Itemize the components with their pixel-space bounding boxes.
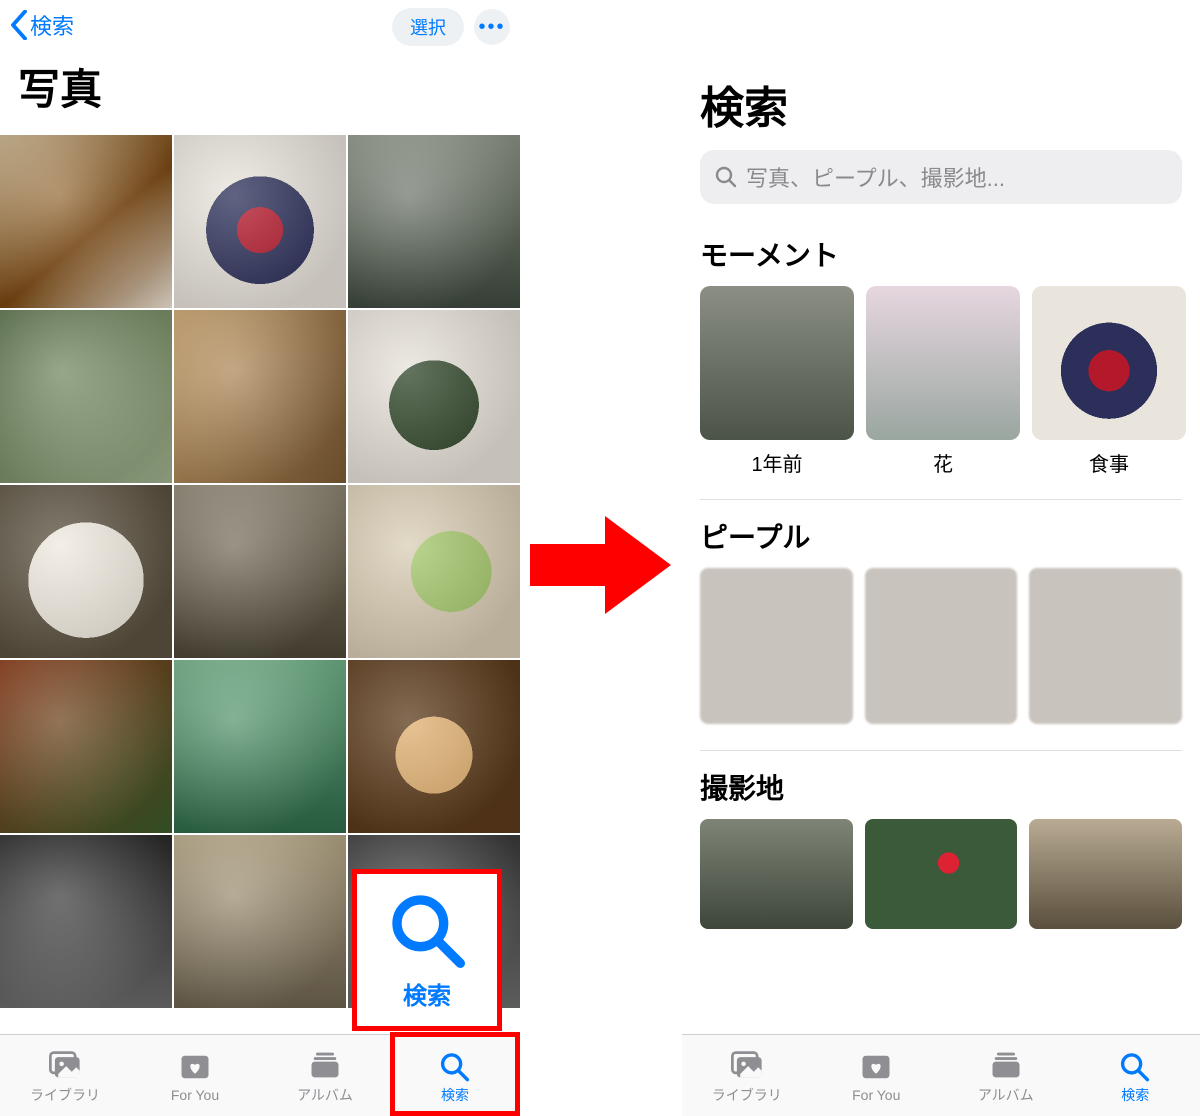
photo-thumb[interactable] bbox=[348, 310, 520, 483]
photo-thumb[interactable] bbox=[348, 660, 520, 833]
tab-label: アルバム bbox=[297, 1085, 353, 1105]
heart-card-icon bbox=[177, 1050, 213, 1084]
photo-thumb[interactable] bbox=[0, 835, 172, 1008]
people-thumb[interactable] bbox=[865, 568, 1018, 724]
tab-for-you[interactable]: For You bbox=[130, 1050, 260, 1103]
arrow-right-icon bbox=[525, 510, 675, 620]
search-tab-highlight bbox=[390, 1032, 520, 1116]
people-row bbox=[682, 568, 1200, 728]
photo-thumb[interactable] bbox=[174, 135, 346, 308]
section-header-places: 撮影地 bbox=[682, 757, 1200, 819]
section-header-people: ピープル bbox=[682, 506, 1200, 568]
back-button[interactable]: 検索 bbox=[10, 9, 74, 41]
search-icon bbox=[1117, 1048, 1153, 1082]
tab-albums[interactable]: アルバム bbox=[941, 1048, 1071, 1105]
arrow-right bbox=[520, 505, 680, 625]
chevron-left-icon bbox=[10, 10, 28, 40]
flex-spacer bbox=[682, 929, 1200, 1034]
tab-label: 検索 bbox=[1121, 1085, 1149, 1105]
page-title: 写真 bbox=[0, 50, 520, 135]
moment-item[interactable]: 1年前 bbox=[700, 286, 854, 477]
moment-item[interactable]: 花 bbox=[866, 286, 1020, 477]
tab-label: ライブラリ bbox=[30, 1085, 100, 1105]
ellipsis-icon: ••• bbox=[478, 16, 505, 39]
library-icon bbox=[47, 1048, 83, 1082]
search-callout-highlight[interactable]: 検索 bbox=[352, 869, 502, 1031]
section-header-moments: モーメント bbox=[682, 224, 1200, 286]
albums-icon bbox=[307, 1048, 343, 1082]
photo-thumb[interactable] bbox=[174, 310, 346, 483]
place-thumb[interactable] bbox=[865, 819, 1018, 929]
moment-item[interactable]: 食事 bbox=[1032, 286, 1186, 477]
moment-label: 花 bbox=[866, 448, 1020, 477]
places-row bbox=[682, 819, 1200, 929]
albums-icon bbox=[988, 1048, 1024, 1082]
page-title: 検索 bbox=[682, 72, 1200, 150]
moment-thumb bbox=[1032, 286, 1186, 440]
moment-label: 1年前 bbox=[700, 448, 854, 477]
divider bbox=[700, 499, 1182, 500]
photo-thumb[interactable] bbox=[0, 485, 172, 658]
heart-card-icon bbox=[858, 1050, 894, 1084]
nav-right: 選択 ••• bbox=[392, 8, 510, 46]
tab-library[interactable]: ライブラリ bbox=[0, 1048, 130, 1105]
status-spacer bbox=[682, 0, 1200, 72]
moment-label: 食事 bbox=[1032, 448, 1186, 477]
tab-label: アルバム bbox=[978, 1085, 1034, 1105]
screen-photos: 検索 選択 ••• 写真 検索 bbox=[0, 0, 520, 1116]
search-callout-label: 検索 bbox=[403, 976, 451, 1011]
people-thumb[interactable] bbox=[700, 568, 853, 724]
tab-search[interactable]: 検索 bbox=[1071, 1048, 1200, 1105]
photo-thumb[interactable] bbox=[174, 660, 346, 833]
search-icon bbox=[714, 165, 738, 189]
place-thumb[interactable] bbox=[1029, 819, 1182, 929]
photo-thumb[interactable] bbox=[0, 135, 172, 308]
photo-thumb[interactable] bbox=[0, 310, 172, 483]
search-icon bbox=[387, 890, 467, 970]
more-button[interactable]: ••• bbox=[474, 9, 510, 45]
library-icon bbox=[729, 1048, 765, 1082]
tab-label: ライブラリ bbox=[712, 1085, 782, 1105]
screen-search: 検索 写真、ピープル、撮影地... モーメント 1年前 花 食事 ピープル 撮影… bbox=[682, 0, 1200, 1116]
search-input[interactable]: 写真、ピープル、撮影地... bbox=[700, 150, 1182, 204]
divider bbox=[700, 750, 1182, 751]
photo-thumb[interactable] bbox=[174, 485, 346, 658]
search-placeholder: 写真、ピープル、撮影地... bbox=[746, 161, 1005, 193]
tab-albums[interactable]: アルバム bbox=[260, 1048, 390, 1105]
tab-label: For You bbox=[171, 1087, 219, 1103]
photo-thumb[interactable] bbox=[348, 485, 520, 658]
select-button[interactable]: 選択 bbox=[392, 8, 464, 46]
back-label: 検索 bbox=[30, 9, 74, 41]
tab-for-you[interactable]: For You bbox=[812, 1050, 942, 1103]
people-thumb[interactable] bbox=[1029, 568, 1182, 724]
photo-thumb[interactable] bbox=[0, 660, 172, 833]
tab-label: For You bbox=[852, 1087, 900, 1103]
photo-thumb[interactable] bbox=[174, 835, 346, 1008]
tab-bar: ライブラリ For You アルバム 検索 bbox=[682, 1034, 1200, 1116]
tab-library[interactable]: ライブラリ bbox=[682, 1048, 812, 1105]
moments-row: 1年前 花 食事 bbox=[682, 286, 1200, 477]
moment-thumb bbox=[700, 286, 854, 440]
moment-thumb bbox=[866, 286, 1020, 440]
nav-bar: 検索 選択 ••• bbox=[0, 0, 520, 50]
photo-thumb[interactable] bbox=[348, 135, 520, 308]
place-thumb[interactable] bbox=[700, 819, 853, 929]
